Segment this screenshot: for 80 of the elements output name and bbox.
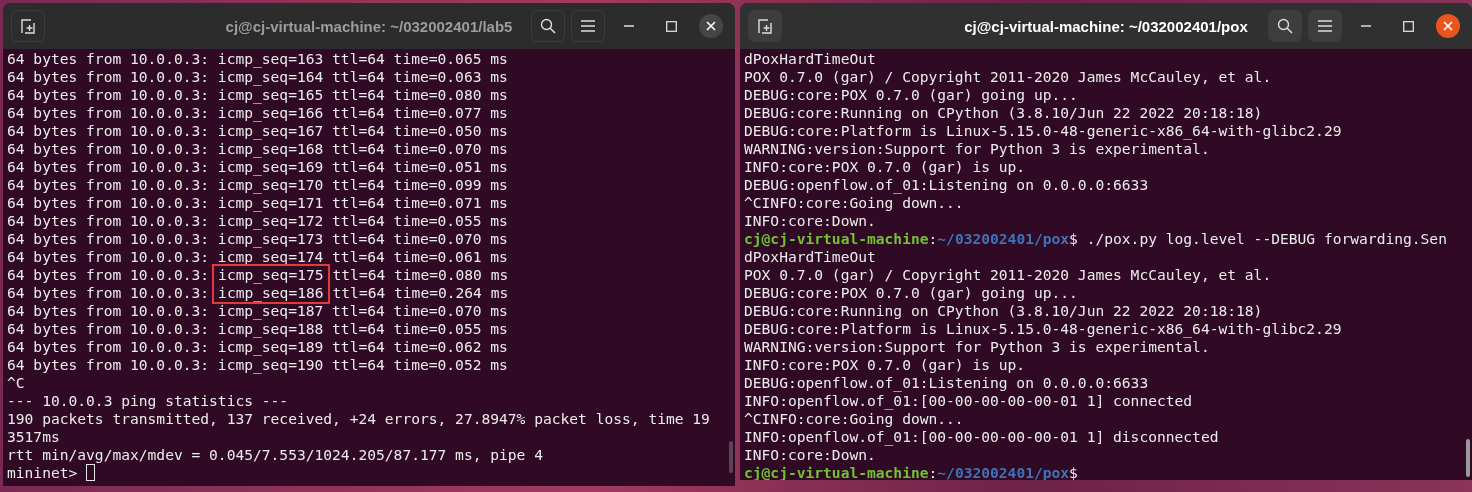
output-line: INFO:openflow.of_01:[00-00-00-00-00-01 1] disconnected — [744, 428, 1219, 446]
close-button[interactable] — [1436, 14, 1460, 38]
new-tab-button[interactable] — [748, 10, 782, 42]
search-icon — [540, 18, 556, 34]
output-line: INFO:openflow.of_01:[00-00-00-00-00-01 1] connected — [744, 392, 1193, 410]
output-line: 3517ms — [7, 428, 60, 446]
output-line: rtt min/avg/max/mdev = 0.045/7.553/1024.205/87.177 ms, pipe 4 — [7, 446, 543, 464]
search-button[interactable] — [531, 10, 565, 42]
output-text: ttl=64 time=0.264 ms — [332, 284, 509, 302]
output-line: 64 bytes from 10.0.0.3: icmp_seq=168 ttl=64 time=0.070 ms — [7, 140, 508, 158]
output-line: 64 bytes from 10.0.0.3: icmp_seq=167 ttl=64 time=0.050 ms — [7, 122, 508, 140]
output-line: dPoxHardTimeOut — [744, 50, 876, 68]
output-line: ^CINFO:core:Going down... — [744, 410, 964, 428]
output-line: INFO:core:POX 0.7.0 (gar) is up. — [744, 356, 1026, 374]
output-line: DEBUG:core:POX 0.7.0 (gar) going up... — [744, 86, 1078, 104]
output-line: ^C — [7, 374, 25, 392]
output-line: 64 bytes from 10.0.0.3: icmp_seq=163 ttl=64 time=0.065 ms — [7, 50, 508, 68]
output-line: DEBUG:openflow.of_01:Listening on 0.0.0.0:6633 — [744, 176, 1149, 194]
output-line: 64 bytes from 10.0.0.3: icmp_seq=166 ttl=64 time=0.077 ms — [7, 104, 508, 122]
highlighted-text: icmp_seq=186 — [214, 284, 328, 302]
output-line: POX 0.7.0 (gar) / Copyright 2011-2020 James McCauley, et al. — [744, 68, 1272, 86]
output-line: WARNING:version:Support for Python 3 is experimental. — [744, 338, 1210, 356]
output-line: 64 bytes from 10.0.0.3: icmp_seq=189 ttl=64 time=0.062 ms — [7, 338, 508, 356]
close-icon — [1443, 21, 1453, 31]
output-line: 64 bytes from 10.0.0.3: icmp_seq=172 ttl=64 time=0.055 ms — [7, 212, 508, 230]
close-button[interactable] — [699, 14, 723, 38]
output-line: DEBUG:core:Platform is Linux-5.15.0-48-generic-x86_64-with-glibc2.29 — [744, 320, 1342, 338]
output-line: WARNING:version:Support for Python 3 is experimental. — [744, 140, 1210, 158]
scrollbar-thumb[interactable] — [1466, 439, 1470, 477]
prompt-path: ~/032002401/pox — [937, 230, 1070, 248]
output-line: INFO:core:Down. — [744, 446, 876, 464]
output-line: dPoxHardTimeOut — [744, 248, 876, 266]
prompt-separator: : — [928, 464, 938, 480]
output-line: 64 bytes from 10.0.0.3: icmp_seq=164 ttl=64 time=0.063 ms — [7, 68, 508, 86]
prompt-user: cj@cj-virtual-machine — [744, 230, 929, 248]
output-line: INFO:core:POX 0.7.0 (gar) is up. — [744, 158, 1026, 176]
command-text: $ ./pox.py log.level --DEBUG forwarding.Sen — [1069, 230, 1447, 248]
menu-icon — [1318, 20, 1332, 32]
output-line: 190 packets transmitted, 137 received, +24 errors, 27.8947% packet loss, time 19 — [7, 410, 710, 428]
output-text: 64 bytes from 10.0.0.3: — [7, 284, 210, 302]
highlighted-text: icmp_seq=175 — [214, 266, 328, 284]
new-tab-button[interactable] — [11, 10, 45, 42]
menu-button[interactable] — [571, 10, 605, 42]
output-line: POX 0.7.0 (gar) / Copyright 2011-2020 James McCauley, et al. — [744, 266, 1272, 284]
maximize-icon — [665, 20, 677, 32]
output-line: DEBUG:core:Running on CPython (3.8.10/Jun 22 2022 20:18:18) — [744, 302, 1263, 320]
new-tab-icon — [20, 18, 36, 34]
maximize-icon — [1402, 20, 1414, 32]
command-text: $ — [1069, 464, 1078, 480]
menu-button[interactable] — [1308, 10, 1342, 42]
menu-icon — [581, 20, 595, 32]
output-line: 64 bytes from 10.0.0.3: icmp_seq=171 ttl=64 time=0.071 ms — [7, 194, 508, 212]
output-line: ^CINFO:core:Going down... — [744, 194, 964, 212]
output-line: DEBUG:core:Platform is Linux-5.15.0-48-generic-x86_64-with-glibc2.29 — [744, 122, 1342, 140]
window-title: cj@cj-virtual-machine: ~/032002401/pox — [964, 17, 1248, 35]
search-icon — [1277, 18, 1293, 34]
output-line: 64 bytes from 10.0.0.3: icmp_seq=174 ttl=64 time=0.061 ms — [7, 248, 508, 266]
output-line: INFO:core:Down. — [744, 212, 876, 230]
output-text: ttl=64 time=0.080 ms — [332, 266, 509, 284]
output-line: DEBUG:core:Running on CPython (3.8.10/Jun 22 2022 20:18:18) — [744, 104, 1263, 122]
window-title: cj@cj-virtual-machine: ~/032002401/lab5 — [225, 17, 513, 35]
output-line: --- 10.0.0.3 ping statistics --- — [7, 392, 289, 410]
shell-prompt: mininet> — [7, 464, 78, 482]
close-icon — [706, 21, 716, 31]
output-line: 64 bytes from 10.0.0.3: icmp_seq=190 ttl=64 time=0.052 ms — [7, 356, 508, 374]
scrollbar-thumb[interactable] — [729, 441, 733, 473]
output-text: 64 bytes from 10.0.0.3: — [7, 266, 210, 284]
new-tab-icon — [757, 18, 773, 34]
output-line: DEBUG:openflow.of_01:Listening on 0.0.0.0:6633 — [744, 374, 1149, 392]
output-line: 64 bytes from 10.0.0.3: icmp_seq=165 ttl=64 time=0.080 ms — [7, 86, 508, 104]
output-line: 64 bytes from 10.0.0.3: icmp_seq=188 ttl=64 time=0.055 ms — [7, 320, 508, 338]
search-button[interactable] — [1268, 10, 1302, 42]
output-line: 64 bytes from 10.0.0.3: icmp_seq=187 ttl=64 time=0.070 ms — [7, 302, 508, 320]
output-line: DEBUG:core:POX 0.7.0 (gar) going up... — [744, 284, 1078, 302]
minimize-icon — [624, 25, 634, 27]
output-line: 64 bytes from 10.0.0.3: icmp_seq=169 ttl=64 time=0.051 ms — [7, 158, 508, 176]
minimize-icon — [1361, 25, 1371, 27]
output-line: 64 bytes from 10.0.0.3: icmp_seq=173 ttl=64 time=0.070 ms — [7, 230, 508, 248]
output-line: 64 bytes from 10.0.0.3: icmp_seq=170 ttl=64 time=0.099 ms — [7, 176, 508, 194]
prompt-separator: : — [928, 230, 938, 248]
